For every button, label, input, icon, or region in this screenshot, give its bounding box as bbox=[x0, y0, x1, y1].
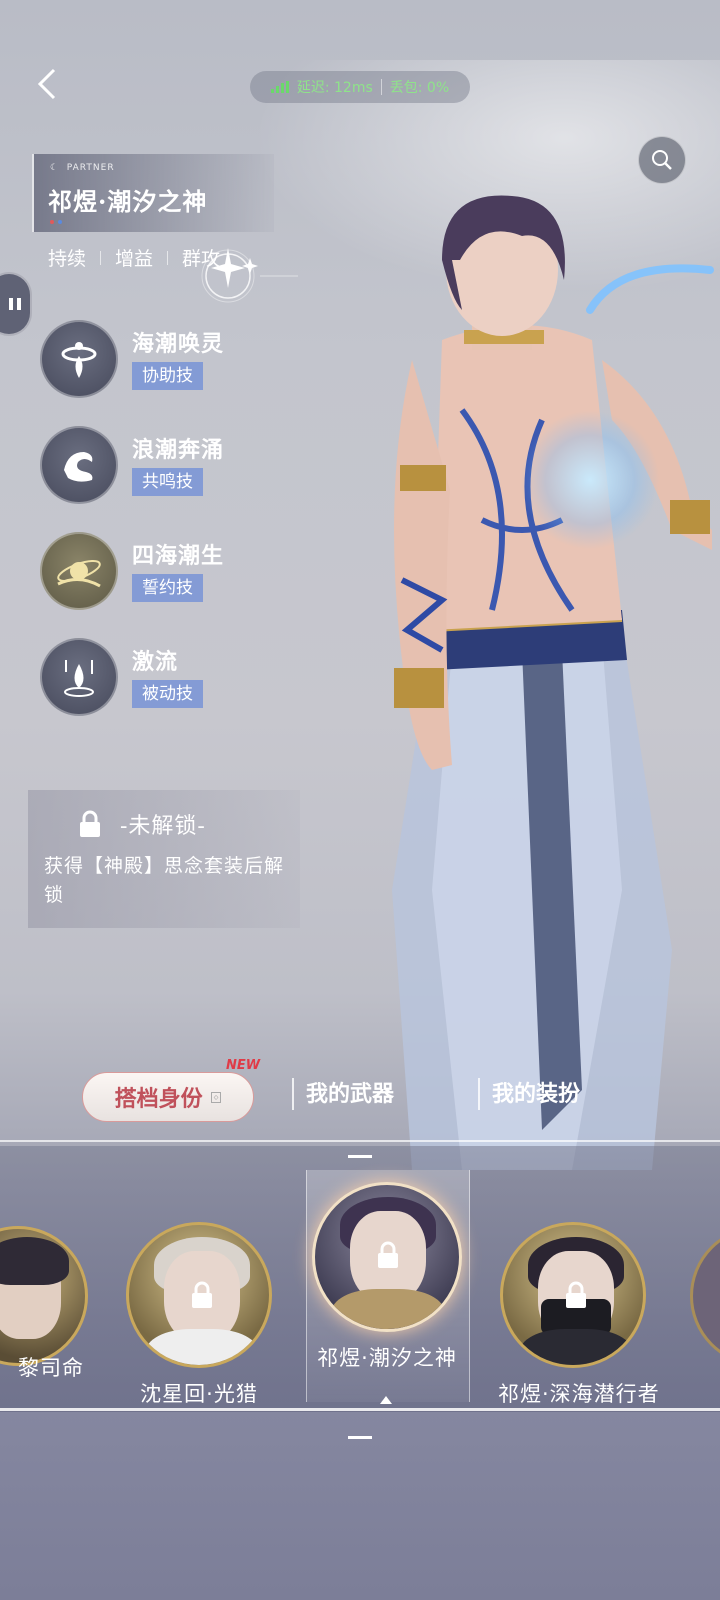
latency-text: 延迟: 12ms bbox=[296, 80, 373, 96]
character-avatar bbox=[500, 1222, 646, 1368]
character-card-partial[interactable] bbox=[690, 1226, 720, 1366]
tag-sustain: 持续 bbox=[48, 248, 87, 270]
skill-item[interactable]: 海潮唤灵 协助技 bbox=[40, 320, 340, 402]
bottom-panel bbox=[0, 1412, 720, 1600]
search-icon bbox=[652, 150, 672, 170]
locked-panel: -未解锁- 获得【神殿】思念套装后解锁 bbox=[28, 790, 300, 928]
tab-my-weapon[interactable]: 我的武器 bbox=[292, 1078, 394, 1110]
skill-name: 海潮唤灵 bbox=[132, 331, 225, 357]
planet-icon bbox=[40, 532, 118, 610]
back-button[interactable] bbox=[28, 64, 68, 104]
whirlpool-icon bbox=[40, 320, 118, 398]
selected-indicator-icon bbox=[380, 1396, 392, 1404]
character-card[interactable]: 祁煜·深海潜行者 bbox=[498, 1222, 660, 1408]
skill-name: 浪潮奔涌 bbox=[132, 437, 225, 463]
locked-title: -未解锁- bbox=[120, 814, 206, 839]
character-name: 祁煜·潮汐之神 bbox=[317, 1346, 457, 1370]
tab-bar: 搭档身份 ◇ NEW 我的武器 我的装扮 bbox=[80, 1058, 700, 1126]
lock-icon bbox=[566, 1281, 586, 1308]
character-card[interactable]: 沈星回·光猎 bbox=[124, 1222, 274, 1408]
character-name: 祁煜·深海潜行者 bbox=[498, 1382, 660, 1406]
lock-icon bbox=[192, 1281, 212, 1308]
tag-buff: 增益 bbox=[115, 248, 154, 270]
packet-loss-text: 丢包: 0% bbox=[389, 80, 450, 96]
raindrop-icon bbox=[40, 638, 118, 716]
carousel-divider-bottom bbox=[0, 1408, 720, 1411]
pause-icon bbox=[9, 298, 21, 310]
constellation-emblem-icon bbox=[201, 248, 298, 303]
title-dots bbox=[50, 220, 62, 224]
tab-partner-identity[interactable]: 搭档身份 ◇ bbox=[82, 1072, 254, 1122]
partner-title-card: ☾ PARTNER 祁煜·潮汐之神 bbox=[32, 154, 274, 232]
character-avatar bbox=[312, 1182, 462, 1332]
skill-type-badge: 誓约技 bbox=[132, 574, 203, 602]
partner-tag: ☾ PARTNER bbox=[50, 163, 115, 173]
lock-icon bbox=[378, 1241, 398, 1268]
tag-separator bbox=[167, 250, 169, 265]
water-glow bbox=[520, 410, 660, 550]
character-avatar bbox=[690, 1226, 720, 1366]
tab-my-outfit[interactable]: 我的装扮 bbox=[478, 1078, 580, 1110]
character-name: 黎司命 bbox=[18, 1356, 84, 1380]
search-button[interactable] bbox=[638, 136, 686, 184]
tab-emblem-icon: ◇ bbox=[210, 1091, 222, 1103]
skill-item[interactable]: 浪潮奔涌 共鸣技 bbox=[40, 426, 340, 508]
skill-name: 四海潮生 bbox=[132, 543, 225, 569]
skill-item[interactable]: 四海潮生 誓约技 bbox=[40, 532, 340, 614]
character-card-selected[interactable]: 祁煜·潮汐之神 bbox=[308, 1182, 466, 1372]
side-panel-handle[interactable] bbox=[0, 272, 32, 336]
carousel-handle-top bbox=[348, 1155, 372, 1158]
character-avatar bbox=[0, 1226, 88, 1366]
locked-description: 获得【神殿】思念套装后解锁 bbox=[44, 855, 285, 906]
partner-name: 祁煜·潮汐之神 bbox=[48, 187, 208, 216]
new-badge: NEW bbox=[226, 1058, 261, 1073]
skill-item[interactable]: 激流 被动技 bbox=[40, 638, 340, 720]
carousel-divider-top bbox=[0, 1140, 720, 1142]
skill-type-badge: 被动技 bbox=[132, 680, 203, 708]
tag-separator bbox=[100, 250, 102, 265]
character-avatar bbox=[126, 1222, 272, 1368]
character-card-partial[interactable] bbox=[0, 1226, 88, 1366]
network-separator bbox=[380, 79, 382, 95]
character-illustration bbox=[392, 195, 712, 1170]
lock-icon bbox=[80, 810, 100, 837]
chevron-left-icon bbox=[37, 68, 56, 100]
signal-icon bbox=[270, 81, 289, 93]
network-status: 延迟: 12ms 丢包: 0% bbox=[250, 71, 470, 103]
bottom-handle[interactable] bbox=[348, 1436, 372, 1439]
skill-name: 激流 bbox=[132, 649, 179, 675]
wave-icon bbox=[40, 426, 118, 504]
water-arc-effect bbox=[586, 264, 714, 314]
character-name: 沈星回·光猎 bbox=[140, 1382, 258, 1406]
skill-type-badge: 协助技 bbox=[132, 362, 203, 390]
skill-type-badge: 共鸣技 bbox=[132, 468, 203, 496]
